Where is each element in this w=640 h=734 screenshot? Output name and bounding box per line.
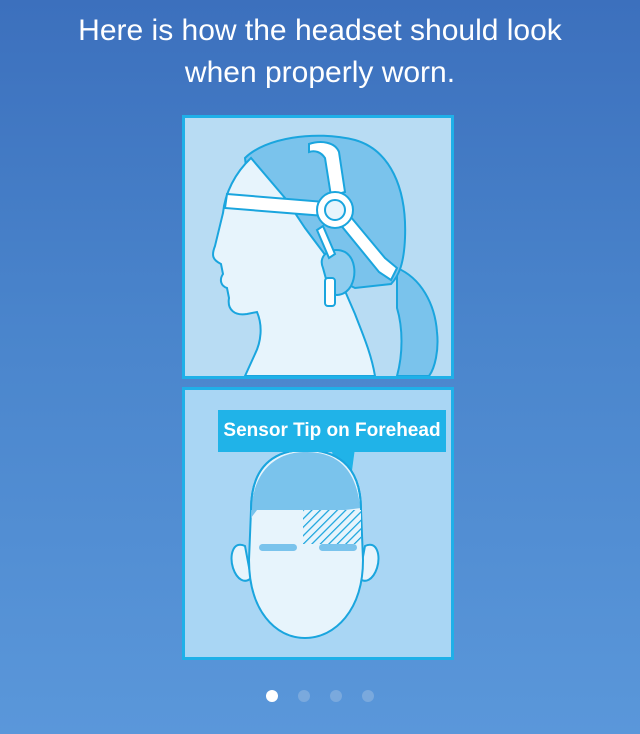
page-dot-2[interactable]	[298, 690, 310, 702]
sensor-tip-callout: Sensor Tip on Forehead	[218, 410, 446, 452]
page-indicator	[0, 690, 640, 706]
page-dot-4[interactable]	[362, 690, 374, 702]
page-dot-1[interactable]	[266, 690, 278, 702]
side-view-panel	[182, 115, 454, 379]
headset-side-view-illustration	[212, 134, 439, 376]
front-view-panel: Sensor Tip on Forehead	[182, 387, 454, 660]
instruction-text: Here is how the headset should look when…	[78, 14, 562, 89]
page-dot-3[interactable]	[330, 690, 342, 702]
